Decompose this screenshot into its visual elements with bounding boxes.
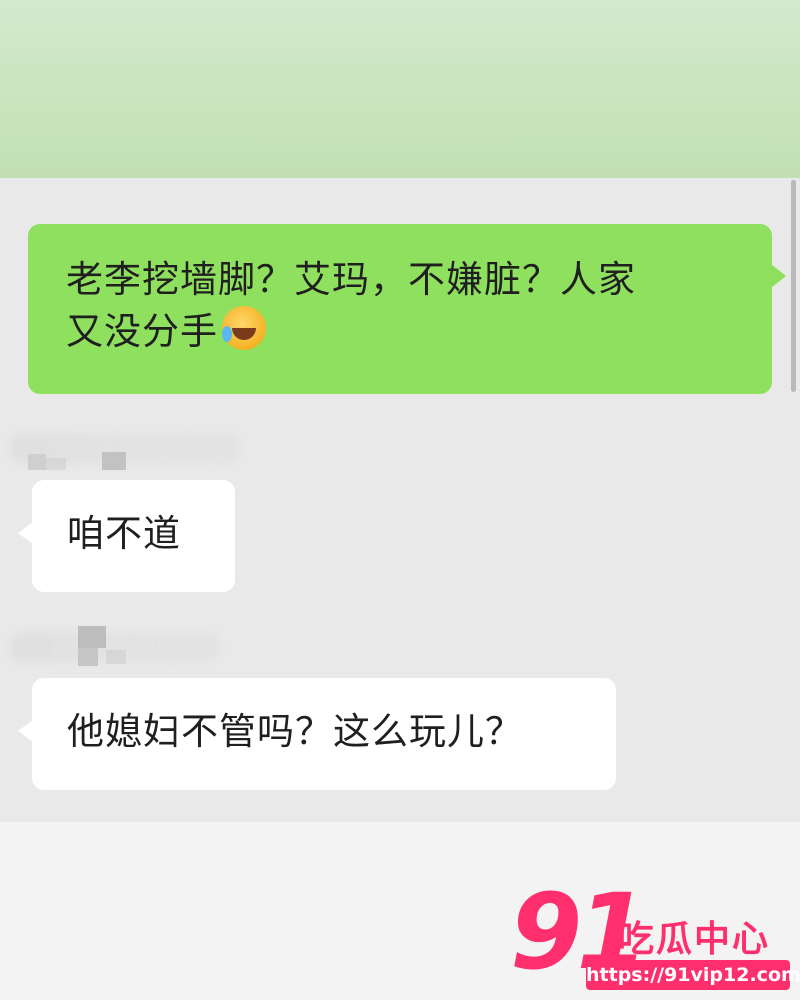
sender-name-blurred [10, 428, 240, 470]
incoming-message-bubble[interactable]: 咱不道 [18, 480, 235, 592]
incoming-message-bubble[interactable]: 他媳妇不管吗？这么玩儿？ [18, 678, 616, 790]
scrollbar[interactable] [791, 180, 796, 392]
outgoing-message-bubble[interactable]: 老李挖墙脚？艾玛，不嫌脏？人家 又没分手 [28, 224, 786, 394]
watermark-title: 吃瓜中心 [618, 919, 771, 960]
watermark-logo: 91 吃瓜中心 https://91vip12.com [510, 880, 800, 995]
sender-name-blurred [10, 626, 220, 666]
watermark-url: https://91vip12.com [586, 960, 800, 990]
message-text-line-1: 老李挖墙脚？艾玛，不嫌脏？人家 [66, 258, 636, 301]
message-text: 他媳妇不管吗？这么玩儿？ [67, 710, 523, 753]
rolling-laughing-emoji-icon [222, 306, 266, 350]
message-text: 咱不道 [67, 512, 181, 555]
top-banner [0, 0, 800, 178]
message-text-line-2: 又没分手 [66, 306, 742, 358]
